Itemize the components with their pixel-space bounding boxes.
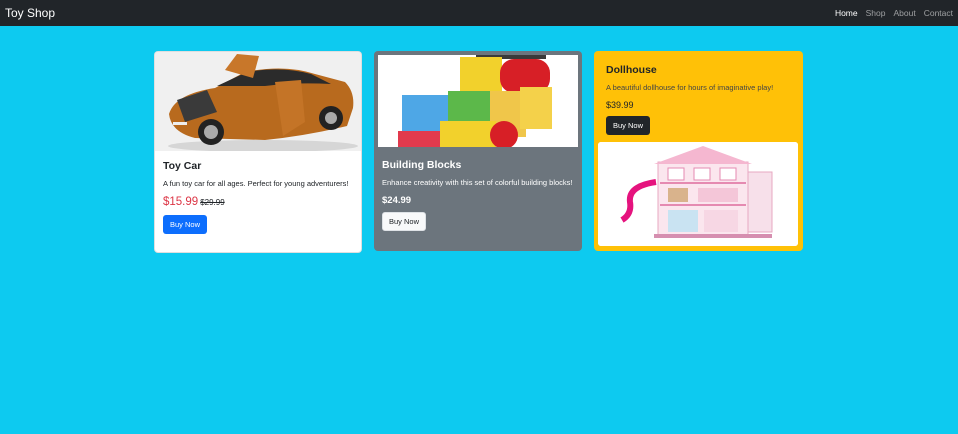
product-card-dollhouse: Dollhouse A beautiful dollhouse for hour…: [594, 51, 803, 251]
nav-link-contact[interactable]: Contact: [924, 8, 953, 18]
nav-links: Home Shop About Contact: [835, 8, 953, 18]
building-blocks-image: [378, 55, 578, 147]
product-description: Enhance creativity with this set of colo…: [382, 178, 573, 187]
product-title: Dollhouse: [606, 64, 657, 76]
navbar: Toy Shop Home Shop About Contact: [0, 0, 958, 26]
navbar-brand[interactable]: Toy Shop: [5, 6, 55, 20]
product-card-toy-car: Toy Car A fun toy car for all ages. Perf…: [154, 51, 362, 253]
original-price: $29.99: [200, 198, 225, 207]
product-description: A fun toy car for all ages. Perfect for …: [163, 179, 349, 188]
price: $39.99: [606, 100, 634, 110]
price-row: $15.99 $29.99: [163, 196, 353, 208]
nav-link-shop[interactable]: Shop: [866, 8, 886, 18]
product-title: Building Blocks: [382, 159, 462, 171]
buy-now-button-toy-car[interactable]: Buy Now: [163, 215, 208, 234]
product-description: A beautiful dollhouse for hours of imagi…: [606, 83, 774, 92]
buy-now-button-dollhouse[interactable]: Buy Now: [606, 116, 651, 135]
product-card-building-blocks: Building Blocks Enhance creativity with …: [374, 51, 582, 251]
sale-price: $15.99: [163, 196, 199, 208]
toy-car-image: [155, 52, 361, 151]
price: $24.99: [382, 195, 412, 206]
nav-link-about[interactable]: About: [893, 8, 915, 18]
product-title: Toy Car: [163, 160, 202, 172]
nav-link-home[interactable]: Home: [835, 8, 858, 18]
buy-now-button-building-blocks[interactable]: Buy Now: [382, 212, 427, 231]
dollhouse-image: [598, 142, 798, 246]
